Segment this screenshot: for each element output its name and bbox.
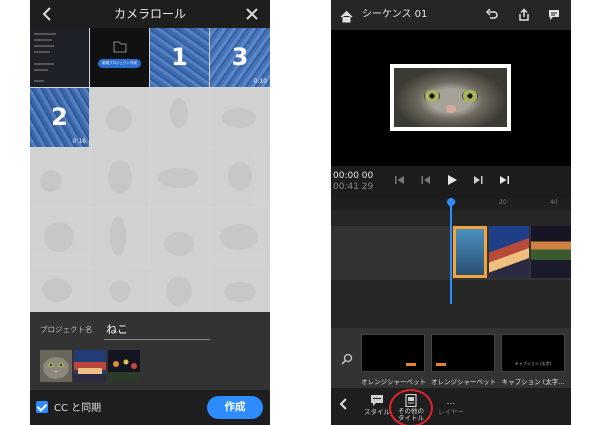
media-thumb[interactable] xyxy=(30,148,89,207)
media-thumb[interactable] xyxy=(150,208,209,267)
playback-controls: 00:00 00 00:41 29 xyxy=(331,166,571,198)
editor-footer-tabs: スタイル その他の タイトル レイヤー xyxy=(331,388,571,425)
selection-number: 1 xyxy=(171,43,188,71)
sequence-title: シーケンス 01 xyxy=(362,9,428,20)
step-back-icon[interactable] xyxy=(419,173,433,187)
video-clip-selected[interactable] xyxy=(453,226,487,278)
video-duration: 0:16 xyxy=(72,138,86,145)
media-thumb[interactable] xyxy=(210,208,270,267)
tab-layers[interactable]: レイヤー xyxy=(431,390,471,424)
title-styles-panel: オレンジシャーベット... オレンジシャーベット... キャプション (太字) … xyxy=(331,328,571,388)
video-clip[interactable] xyxy=(531,226,571,278)
cat-eye xyxy=(462,90,478,102)
project-thumb-street xyxy=(74,350,106,382)
cat-eye xyxy=(424,90,440,102)
editor-header: シーケンス 01 xyxy=(331,0,571,30)
media-thumb[interactable] xyxy=(90,148,149,207)
playhead[interactable] xyxy=(447,198,455,304)
preview-frame xyxy=(390,64,511,131)
media-thumb[interactable] xyxy=(150,88,209,147)
camera-roll-header: カメラロール xyxy=(30,0,270,28)
media-grid: 新規プロジェクト作成 1 3 0:10 2 0:16 xyxy=(30,28,270,312)
camera-roll-screen: カメラロール 新規プロジェクト作成 1 3 0:10 2 0:16 プロジェクト… xyxy=(30,0,270,425)
annotation-highlight-circle xyxy=(389,389,433,425)
project-settings-panel: プロジェクト名 ねこ xyxy=(30,312,270,390)
media-thumb[interactable] xyxy=(150,268,209,312)
new-project-button[interactable]: 新規プロジェクト作成 xyxy=(98,59,141,68)
project-thumb-night xyxy=(108,350,140,382)
video-clip[interactable] xyxy=(489,226,529,278)
video-preview[interactable] xyxy=(331,30,571,166)
project-name-input[interactable]: ねこ xyxy=(106,321,128,337)
video-duration: 0:10 xyxy=(253,78,267,85)
comment-icon[interactable] xyxy=(547,8,561,22)
undo-icon[interactable] xyxy=(485,8,499,22)
sync-checkbox[interactable] xyxy=(36,401,48,413)
input-underline xyxy=(104,339,210,340)
tab-label: レイヤー xyxy=(438,408,464,416)
cat-face-image xyxy=(394,68,507,127)
style-card-orange-sherbet-1[interactable] xyxy=(361,334,425,372)
play-icon[interactable] xyxy=(445,173,459,187)
style-card-orange-sherbet-2[interactable] xyxy=(431,334,495,372)
media-thumb-selected-3[interactable]: 3 0:10 xyxy=(210,28,270,87)
search-icon[interactable] xyxy=(341,350,353,365)
new-project-folder-thumb[interactable]: 新規プロジェクト作成 xyxy=(90,28,149,87)
media-thumb[interactable] xyxy=(210,88,270,147)
style-card-label: オレンジシャーベット... xyxy=(361,378,425,386)
style-card-label: キャプション (太字... xyxy=(501,378,565,386)
timeline[interactable]: 00 20 40 xyxy=(331,198,571,328)
media-thumb[interactable] xyxy=(90,208,149,267)
layers-icon xyxy=(444,392,458,405)
cat-nose xyxy=(446,105,456,113)
skip-to-end-icon[interactable] xyxy=(497,173,511,187)
ruler-tick: 40 xyxy=(550,199,558,206)
sync-label: CC と同期 xyxy=(54,403,102,414)
style-card-caption-bold[interactable]: キャプション (太字) xyxy=(501,334,565,372)
media-thumb[interactable] xyxy=(90,88,149,147)
media-thumb[interactable] xyxy=(90,268,149,312)
media-thumb[interactable] xyxy=(30,208,89,267)
media-thumb[interactable] xyxy=(150,148,209,207)
step-forward-icon[interactable] xyxy=(471,173,485,187)
close-icon[interactable] xyxy=(244,5,260,23)
current-timecode: 00:00 00 xyxy=(333,171,374,181)
share-icon[interactable] xyxy=(517,8,531,22)
media-thumb[interactable] xyxy=(210,268,270,312)
camera-roll-footer: CC と同期 作成 xyxy=(30,390,270,425)
back-chevron-icon[interactable] xyxy=(338,397,350,415)
speech-bubble-icon xyxy=(370,392,384,406)
sequence-editor-screen: シーケンス 01 00:00 00 00:41 29 20 40 オレンジシャー… xyxy=(331,0,571,425)
page-title: カメラロール xyxy=(113,7,186,21)
create-button[interactable]: 作成 xyxy=(207,396,263,419)
media-thumb[interactable] xyxy=(210,148,270,207)
media-thumb[interactable] xyxy=(30,268,89,312)
style-card-caption: キャプション (太字) xyxy=(514,361,552,366)
home-icon[interactable] xyxy=(340,8,353,23)
media-thumb-selected-2[interactable]: 2 0:16 xyxy=(30,88,89,147)
style-card-label: オレンジシャーベット... xyxy=(431,378,495,386)
project-name-label: プロジェクト名 xyxy=(40,325,93,334)
media-thumb-selected-1[interactable]: 1 xyxy=(150,28,209,87)
total-duration: 00:41 29 xyxy=(333,182,374,192)
project-thumb-cat xyxy=(40,350,72,382)
ruler-tick: 20 xyxy=(499,199,507,206)
media-thumb-screenshot[interactable] xyxy=(30,28,89,87)
skip-to-start-icon[interactable] xyxy=(393,173,407,187)
